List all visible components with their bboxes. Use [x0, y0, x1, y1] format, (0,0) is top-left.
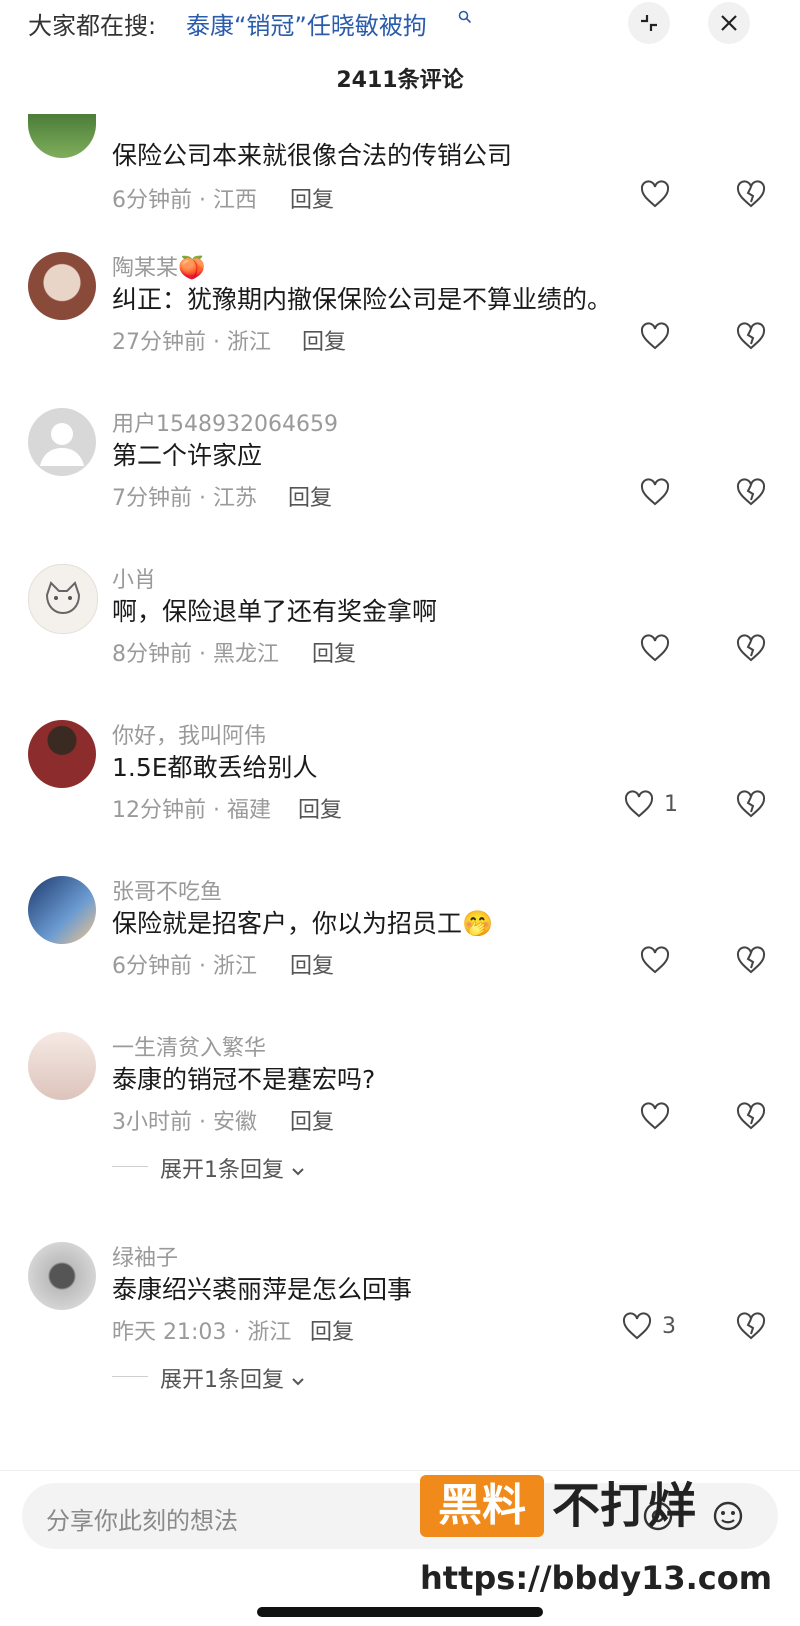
comment-input-bar: 分享你此刻的想法 黑料 不打烊 https://bbdy13.com: [0, 1470, 800, 1626]
default-user-icon: [40, 423, 84, 466]
broken-heart-icon[interactable]: [736, 322, 766, 350]
comment-text: 啊，保险退单了还有奖金拿啊: [112, 597, 438, 626]
broken-heart-icon[interactable]: [736, 790, 766, 818]
like-count: 3: [662, 1314, 676, 1339]
broken-heart-icon[interactable]: [736, 1102, 766, 1130]
avatar[interactable]: [28, 876, 96, 944]
expand-replies-button[interactable]: 展开1条回复: [160, 1152, 305, 1184]
comment-username[interactable]: 陶某某🍑: [112, 250, 205, 282]
comment-item: 张哥不吃鱼 保险就是招客户，你以为招员工🤭 6分钟前 · 浙江 回复: [0, 868, 800, 1028]
comment-username[interactable]: 用户1548932064659: [112, 406, 338, 438]
reply-button[interactable]: 回复: [298, 792, 342, 824]
emoji-icon[interactable]: [712, 1500, 744, 1532]
heart-icon: [640, 180, 670, 208]
reply-button[interactable]: 回复: [302, 324, 346, 356]
broken-heart-icon[interactable]: [736, 180, 766, 208]
comment-item: 小肖 啊，保险退单了还有奖金拿啊 8分钟前 · 黑龙江 回复: [0, 556, 800, 716]
heart-icon: [622, 1312, 652, 1340]
like-count: 1: [664, 792, 678, 817]
reply-button[interactable]: 回复: [290, 182, 334, 214]
avatar[interactable]: [28, 1032, 96, 1100]
chevron-down-icon: [292, 1378, 304, 1386]
broken-heart-icon[interactable]: [736, 1312, 766, 1340]
avatar[interactable]: [28, 408, 96, 476]
avatar[interactable]: [28, 114, 96, 158]
comment-username[interactable]: 你好，我叫阿伟: [112, 718, 266, 750]
cat-drawing-icon: [45, 581, 81, 615]
comment-meta: 7分钟前 · 江苏: [112, 486, 257, 511]
reply-button[interactable]: 回复: [288, 480, 332, 512]
comment-meta: 27分钟前 · 浙江: [112, 330, 271, 355]
comment-text: 第二个许家应: [112, 441, 263, 470]
expand-replies-button[interactable]: 展开1条回复: [160, 1362, 305, 1394]
comment-username[interactable]: 小肖: [112, 562, 156, 594]
close-button[interactable]: [708, 2, 750, 44]
avatar[interactable]: [28, 720, 96, 788]
heart-icon: [624, 790, 654, 818]
watermark-text: 不打烊: [552, 1478, 697, 1534]
collapse-icon: [641, 15, 657, 31]
comment-meta: 6分钟前 · 浙江: [112, 954, 257, 979]
search-query-link[interactable]: 泰康“销冠”任晓敏被拘: [186, 6, 427, 41]
comment-meta: 3小时前 · 安徽: [112, 1110, 257, 1135]
avatar[interactable]: [28, 252, 96, 320]
chevron-down-icon: [292, 1168, 304, 1176]
close-icon: [721, 15, 737, 31]
broken-heart-icon[interactable]: [736, 478, 766, 506]
search-icon: [458, 10, 472, 24]
avatar[interactable]: [28, 1242, 96, 1310]
comment-meta: 6分钟前 · 江西: [112, 188, 257, 213]
heart-icon: [640, 478, 670, 506]
comment-text: 保险就是招客户，你以为招员工🤭: [112, 909, 494, 938]
heart-icon: [640, 322, 670, 350]
comment-text: 泰康绍兴裘丽萍是怎么回事: [112, 1275, 413, 1304]
search-suggestion-bar[interactable]: 大家都在搜: 泰康“销冠”任晓敏被拘: [0, 0, 800, 48]
comment-item: 陶某某🍑 纠正：犹豫期内撤保保险公司是不算业绩的。 27分钟前 · 浙江 回复: [0, 244, 800, 404]
comment-username[interactable]: 张哥不吃鱼: [112, 874, 222, 906]
broken-heart-icon[interactable]: [736, 634, 766, 662]
expand-divider: [112, 1166, 148, 1167]
comment-username[interactable]: 一生清贫入繁华: [112, 1030, 266, 1062]
comment-item: 一生清贫入繁华 泰康的销冠不是蹇宏吗? 3小时前 · 安徽 回复 展开1条回复: [0, 1024, 800, 1224]
collapse-button[interactable]: [628, 2, 670, 44]
broken-heart-icon[interactable]: [736, 946, 766, 974]
watermark-logo: 黑料: [420, 1475, 544, 1537]
comment-item: 你好，我叫阿伟 1.5E都敢丢给别人 12分钟前 · 福建 回复 1: [0, 712, 800, 872]
comment-item: 用户1548932064659 第二个许家应 7分钟前 · 江苏 回复: [0, 400, 800, 560]
comment-input-placeholder: 分享你此刻的想法: [46, 1507, 238, 1535]
comment-text: 纠正：犹豫期内撤保保险公司是不算业绩的。: [112, 285, 613, 314]
reply-button[interactable]: 回复: [290, 1104, 334, 1136]
comment-text: 1.5E都敢丢给别人: [112, 753, 318, 782]
reply-button[interactable]: 回复: [312, 636, 356, 668]
avatar[interactable]: [28, 564, 98, 634]
expand-divider: [112, 1376, 148, 1377]
comment-meta: 12分钟前 · 福建: [112, 798, 271, 823]
reply-button[interactable]: 回复: [310, 1314, 354, 1346]
heart-icon: [640, 946, 670, 974]
search-prefix: 大家都在搜:: [28, 12, 157, 40]
comment-meta: 8分钟前 · 黑龙江: [112, 642, 279, 667]
home-indicator[interactable]: [257, 1607, 543, 1617]
expand-replies-label: 展开1条回复: [160, 1158, 284, 1183]
comment-username[interactable]: 绿袖子: [112, 1240, 178, 1272]
expand-replies-label: 展开1条回复: [160, 1368, 284, 1393]
comment-text: 泰康的销冠不是蹇宏吗?: [112, 1065, 376, 1094]
comment-text: 保险公司本来就很像合法的传销公司: [112, 141, 513, 170]
comment-item: 绿袖子 泰康绍兴裘丽萍是怎么回事 昨天 21:03 · 浙江 回复 3 展开1条…: [0, 1234, 800, 1434]
heart-icon: [640, 634, 670, 662]
comment-count: 2411条评论: [336, 68, 464, 93]
comment-meta: 昨天 21:03 · 浙江: [112, 1320, 292, 1345]
watermark-url: https://bbdy13.com: [420, 1559, 773, 1597]
reply-button[interactable]: 回复: [290, 948, 334, 980]
heart-icon: [640, 1102, 670, 1130]
